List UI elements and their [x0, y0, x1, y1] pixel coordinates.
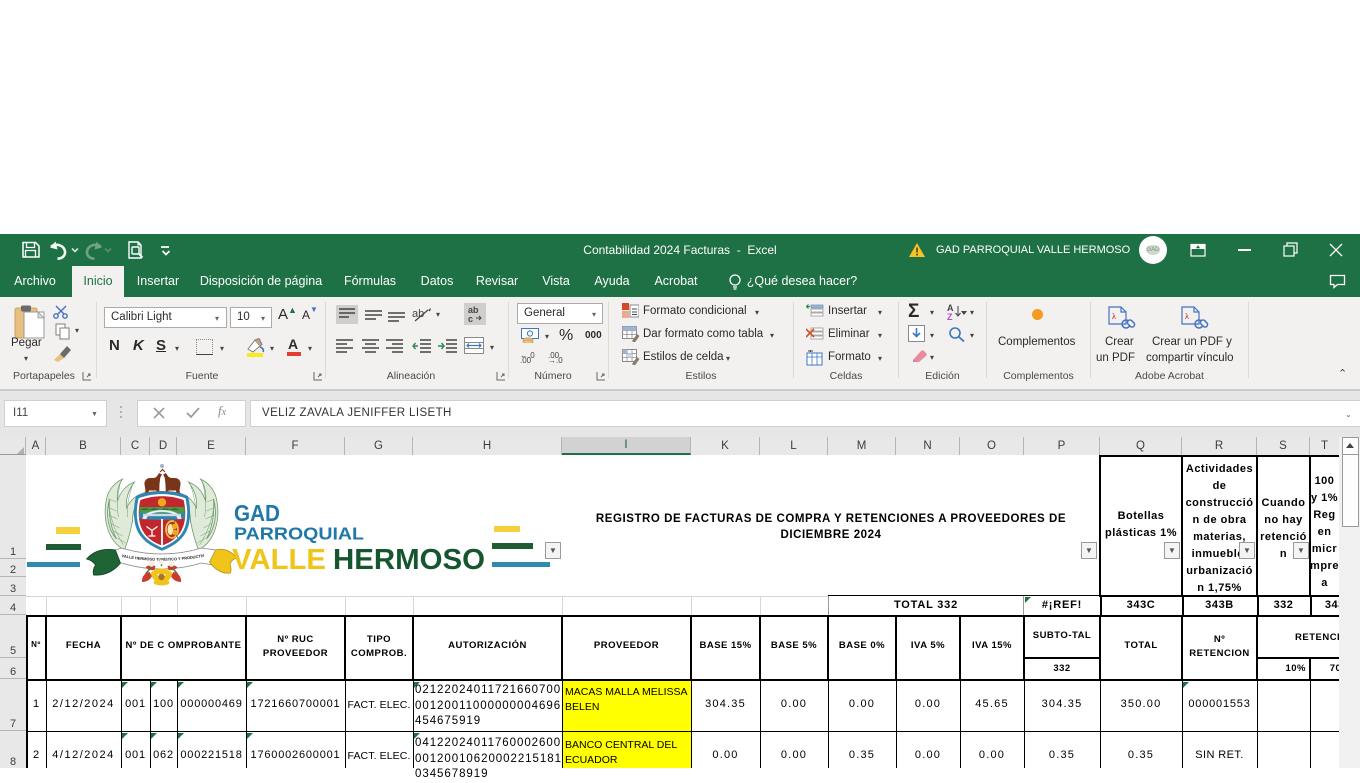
svg-text:.00: .00	[520, 356, 532, 363]
svg-text:GAD: GAD	[234, 500, 280, 526]
svg-text:HERMOSO: HERMOSO	[333, 544, 485, 576]
svg-text:→.0: →.0	[548, 356, 563, 363]
svg-text:λ: λ	[1112, 312, 1116, 321]
svg-text:Z: Z	[947, 312, 953, 321]
svg-text:VALLE: VALLE	[232, 544, 326, 576]
svg-text:λ: λ	[1185, 312, 1189, 321]
svg-text:c: c	[468, 314, 473, 324]
svg-text:PARROQUIAL: PARROQUIAL	[234, 524, 364, 544]
